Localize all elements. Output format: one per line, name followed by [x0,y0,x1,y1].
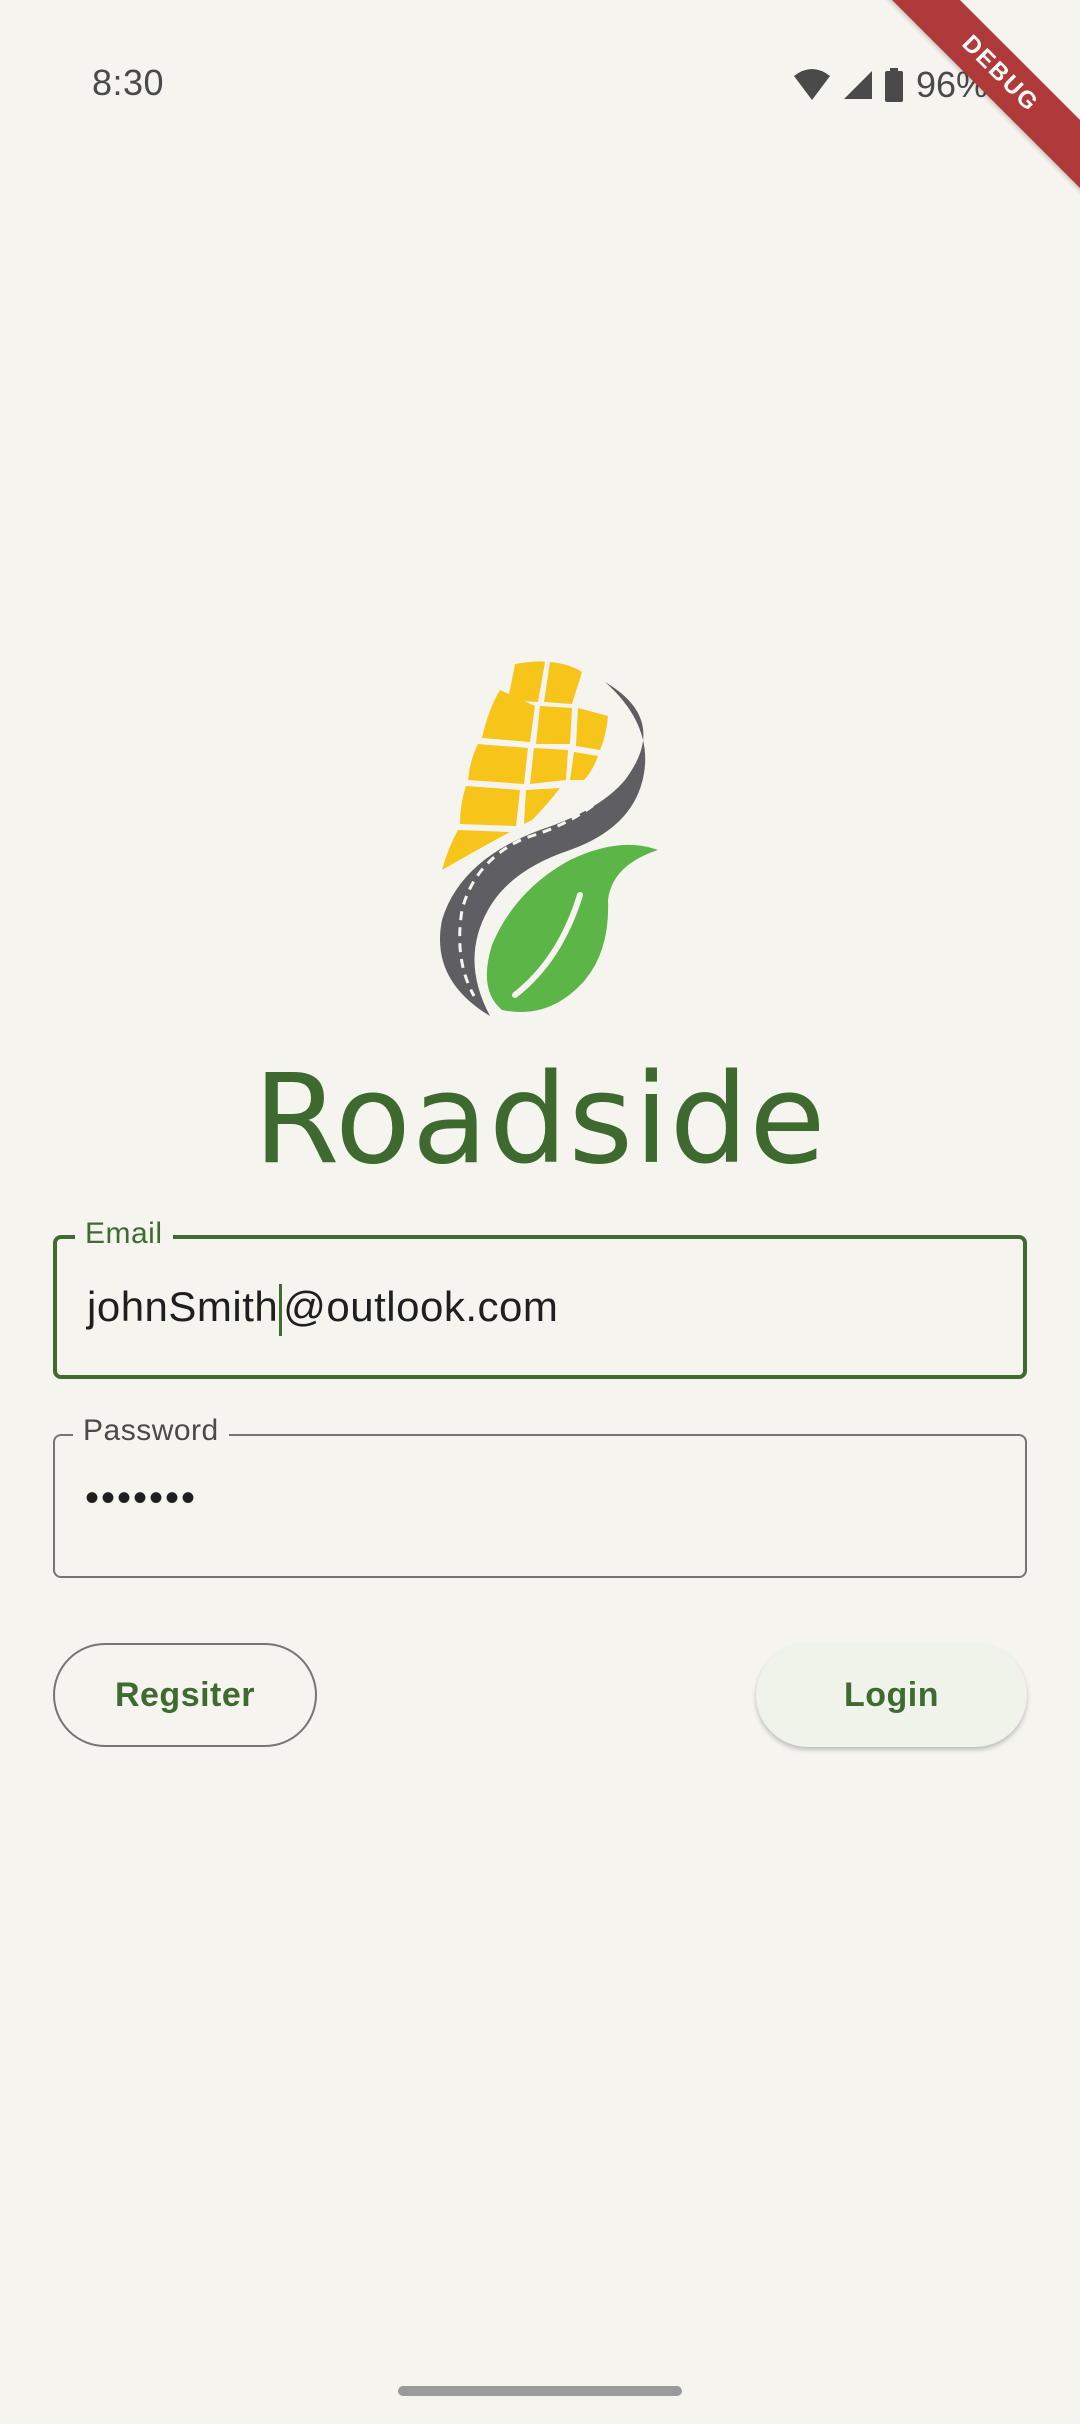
email-input[interactable]: johnSmith @outlook.com [87,1283,558,1336]
email-value-before-cursor: johnSmith [87,1283,279,1330]
password-field[interactable]: Password ••••••• [53,1414,1027,1578]
app-title: Roadside [253,1048,827,1192]
email-value-after-cursor: @outlook.com [283,1283,559,1330]
register-button[interactable]: Regsiter [53,1643,317,1747]
debug-banner: DEBUG [880,0,1080,200]
status-time: 8:30 [92,62,165,103]
password-input[interactable]: ••••••• [85,1476,197,1521]
cellular-signal-icon [842,69,874,101]
roadside-logo [420,660,680,1030]
login-button[interactable]: Login [756,1643,1027,1747]
email-field[interactable]: Email johnSmith @outlook.com [53,1217,1027,1379]
password-label: Password [73,1414,229,1448]
wifi-icon [792,68,832,102]
debug-banner-label: DEBUG [880,0,1080,198]
email-label: Email [75,1217,173,1251]
home-indicator[interactable] [398,2386,682,2396]
text-cursor [279,1283,283,1336]
